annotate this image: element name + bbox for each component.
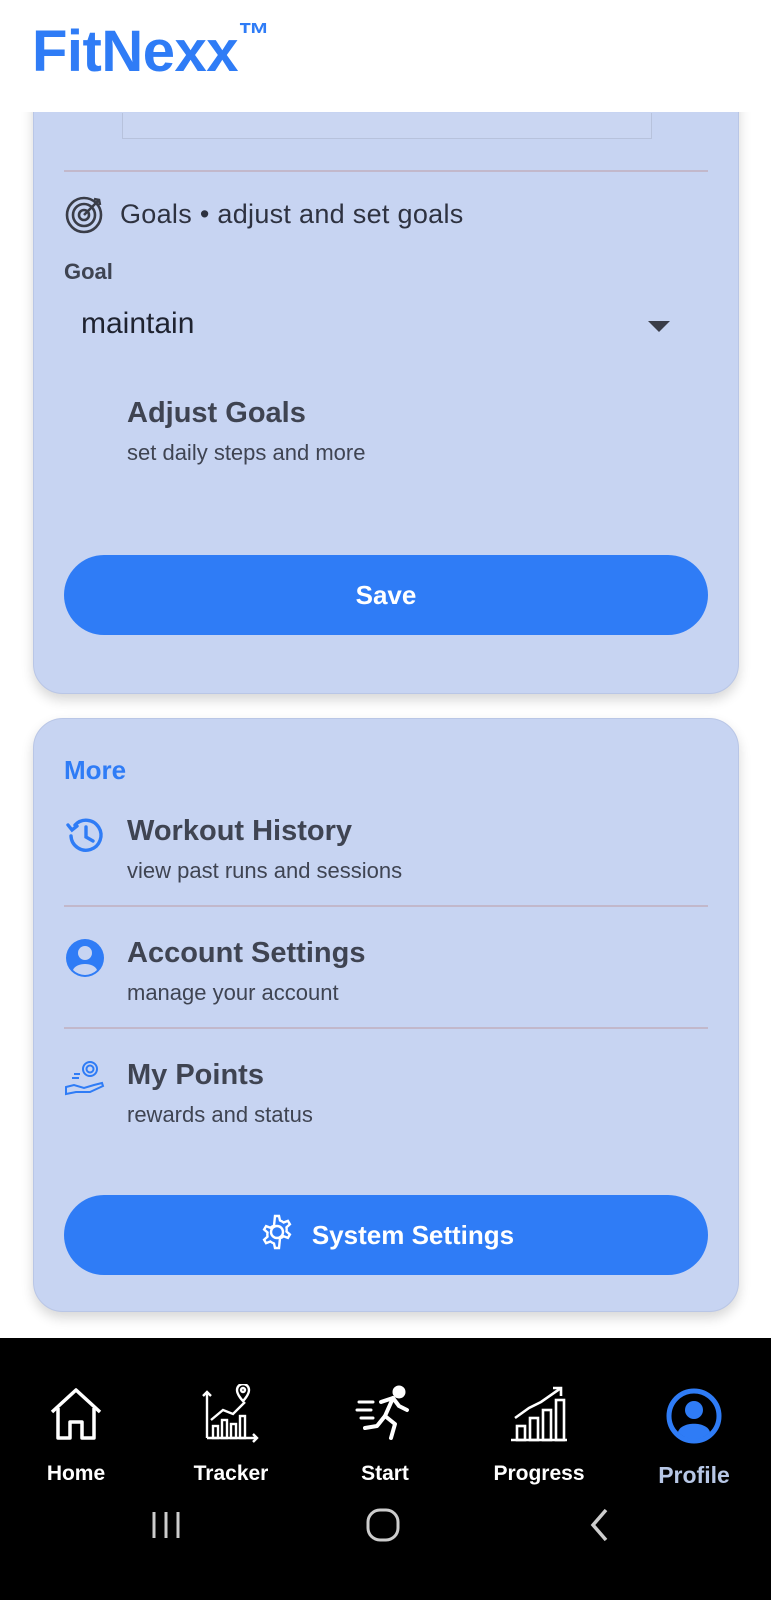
- system-nav-icons: [152, 1508, 608, 1542]
- nav-profile-label: Profile: [658, 1462, 730, 1488]
- more-card: More Workout History view past runs and …: [33, 718, 739, 1312]
- goals-heading: Goals • adjust and set goals: [120, 198, 464, 229]
- divider: [64, 905, 708, 907]
- chevron-down-icon: [648, 321, 670, 332]
- nav-home-label: Home: [46, 1462, 106, 1485]
- workout-history-title: Workout History: [127, 815, 353, 847]
- goal-field-label: Goal: [64, 259, 113, 284]
- nav-start[interactable]: Start: [315, 1378, 455, 1486]
- previous-field-partial[interactable]: [122, 113, 652, 139]
- adjust-goals-title: Adjust Goals: [127, 397, 306, 429]
- nav-start-label: Start: [361, 1462, 409, 1485]
- nav-progress[interactable]: Progress: [469, 1378, 609, 1486]
- back-icon[interactable]: [590, 1508, 608, 1542]
- profile-icon: [624, 1378, 764, 1444]
- account-settings-item[interactable]: Account Settings manage your account: [64, 937, 708, 1011]
- system-settings-label: System Settings: [311, 1219, 515, 1250]
- my-points-subtitle: rewards and status: [127, 1102, 313, 1127]
- adjust-goals-subtitle: set daily steps and more: [127, 440, 366, 465]
- nav-tracker[interactable]: Tracker: [161, 1378, 301, 1486]
- goal-select[interactable]: maintain: [64, 293, 708, 357]
- goals-heading-row: Goals • adjust and set goals: [64, 193, 464, 235]
- runner-icon: [315, 1378, 455, 1444]
- progress-chart-icon: [469, 1378, 609, 1444]
- divider: [64, 1027, 708, 1029]
- gear-icon: [258, 1213, 296, 1258]
- profile-scroll-area[interactable]: Goals • adjust and set goals Goal mainta…: [0, 112, 771, 1338]
- points-hand-icon: [64, 1059, 106, 1101]
- tracker-icon: [161, 1378, 301, 1444]
- recent-apps-icon[interactable]: [152, 1512, 180, 1538]
- app-title: FitNexx™: [32, 15, 270, 84]
- app-header: FitNexx™: [0, 0, 771, 112]
- nav-profile[interactable]: Profile: [624, 1378, 764, 1489]
- goals-card: Goals • adjust and set goals Goal mainta…: [33, 112, 739, 694]
- home-circle-icon[interactable]: [366, 1508, 400, 1542]
- goal-select-value: maintain: [81, 307, 195, 340]
- save-button-label: Save: [355, 579, 417, 610]
- adjust-goals-item[interactable]: Adjust Goals set daily steps and more: [64, 397, 708, 467]
- my-points-title: My Points: [127, 1059, 264, 1091]
- workout-history-subtitle: view past runs and sessions: [127, 858, 403, 883]
- nav-progress-label: Progress: [493, 1462, 585, 1485]
- trademark-mark: ™: [238, 15, 270, 52]
- system-navigation-bar: [0, 1490, 771, 1600]
- bottom-navigation: Home Tracker Start Progress Profile: [0, 1338, 771, 1600]
- target-icon: [64, 193, 106, 235]
- history-icon: [64, 815, 106, 857]
- home-icon: [6, 1378, 146, 1444]
- more-section-label: More: [64, 755, 127, 785]
- workout-history-item[interactable]: Workout History view past runs and sessi…: [64, 815, 708, 889]
- account-circle-icon: [64, 937, 106, 979]
- my-points-item[interactable]: My Points rewards and status: [64, 1059, 708, 1133]
- nav-tracker-label: Tracker: [193, 1462, 269, 1485]
- nav-home[interactable]: Home: [6, 1378, 146, 1486]
- save-button[interactable]: Save: [64, 555, 708, 635]
- account-settings-title: Account Settings: [127, 937, 366, 969]
- account-settings-subtitle: manage your account: [127, 980, 339, 1005]
- divider: [64, 170, 708, 172]
- system-settings-button[interactable]: System Settings: [64, 1195, 708, 1275]
